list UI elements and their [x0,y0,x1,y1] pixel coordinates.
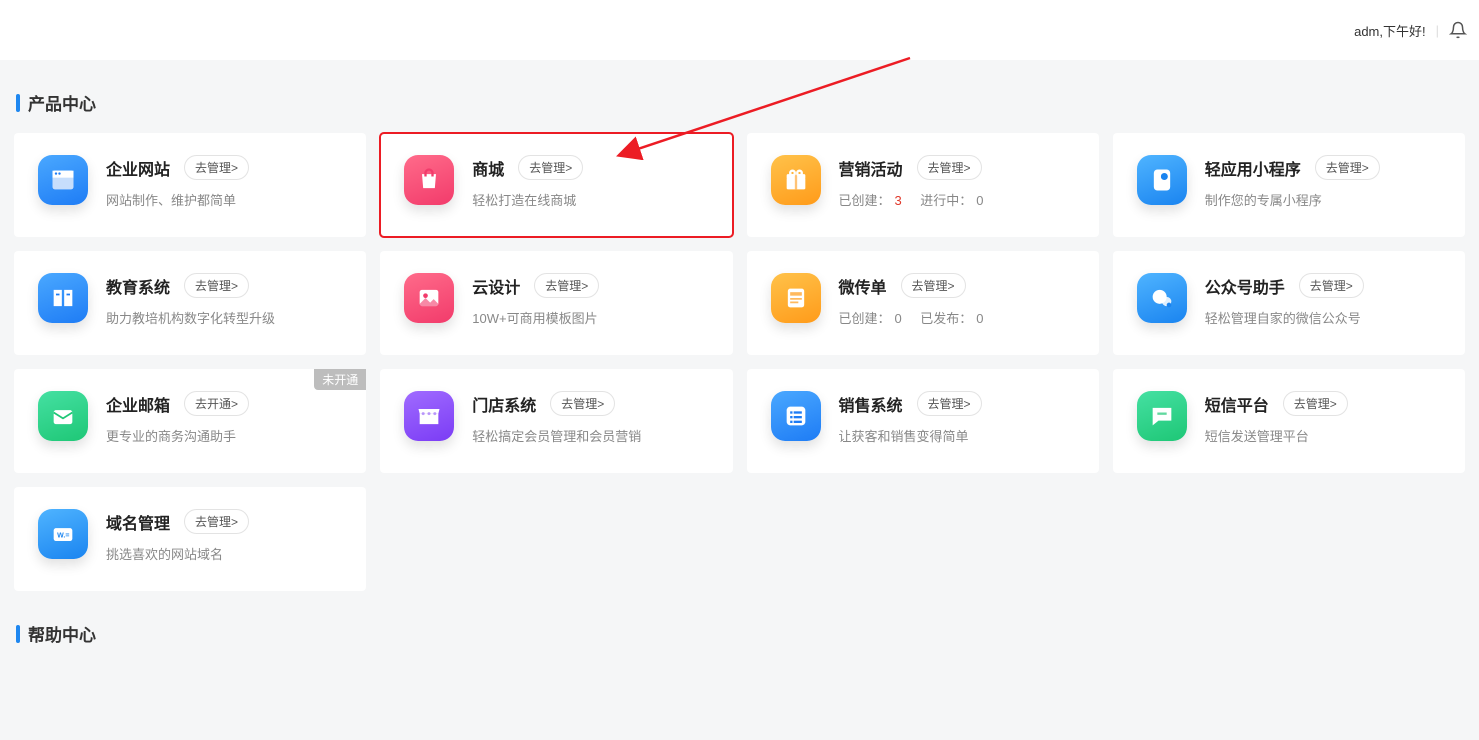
stat-value: 3 [895,193,902,208]
product-card: 销售系统 去管理> 让获客和销售变得简单 [747,369,1099,473]
stat-value: 0 [976,193,983,208]
bell-icon[interactable] [1449,21,1467,39]
product-card: 教育系统 去管理> 助力教培机构数字化转型升级 [14,251,366,355]
section-title-products: 产品中心 [16,90,1471,115]
card-title: 企业网站 [106,156,170,180]
product-card: 云设计 去管理> 10W+可商用模板图片 [380,251,732,355]
card-title: 短信平台 [1205,392,1269,416]
shop-icon [404,155,454,205]
product-card: W.= 域名管理 去管理> 挑选喜欢的网站域名 [14,487,366,591]
card-title: 教育系统 [106,274,170,298]
product-card: 短信平台 去管理> 短信发送管理平台 [1113,369,1465,473]
product-card: 未开通 企业邮箱 去开通> 更专业的商务沟通助手 [14,369,366,473]
card-desc: 更专业的商务沟通助手 [106,426,342,445]
section-title-help: 帮助中心 [16,621,1471,646]
wechat-icon [1137,273,1187,323]
manage-button[interactable]: 去管理> [1299,273,1364,298]
product-card: 轻应用小程序 去管理> 制作您的专属小程序 [1113,133,1465,237]
card-stats: 已创建： 0 已发布： 0 [839,308,1075,327]
product-card: 公众号助手 去管理> 轻松管理自家的微信公众号 [1113,251,1465,355]
card-title: 门店系统 [472,392,536,416]
card-title: 企业邮箱 [106,392,170,416]
manage-button[interactable]: 去管理> [184,155,249,180]
card-desc: 短信发送管理平台 [1205,426,1441,445]
website-icon [38,155,88,205]
greeting-text: adm,下午好! [1354,21,1426,40]
flyer-icon [771,273,821,323]
manage-button[interactable]: 去管理> [901,273,966,298]
separator: | [1436,23,1439,38]
manage-button[interactable]: 去管理> [184,509,249,534]
manage-button[interactable]: 去管理> [917,155,982,180]
card-desc: 轻松管理自家的微信公众号 [1205,308,1441,327]
svg-text:W.=: W.= [57,533,69,540]
section-title-label: 产品中心 [28,90,96,115]
stat-label: 进行中： [920,193,972,208]
card-stats: 已创建： 3 进行中： 0 [839,190,1075,209]
manage-button[interactable]: 去管理> [518,155,583,180]
gift-icon [771,155,821,205]
card-title: 轻应用小程序 [1205,156,1301,180]
card-title: 域名管理 [106,510,170,534]
stat-value: 0 [976,311,983,326]
manage-button[interactable]: 去管理> [1283,391,1348,416]
section-title-label: 帮助中心 [28,621,96,646]
card-desc: 助力教培机构数字化转型升级 [106,308,342,327]
manage-button[interactable]: 去开通> [184,391,249,416]
book-icon [38,273,88,323]
card-desc: 制作您的专属小程序 [1205,190,1441,209]
card-desc: 10W+可商用模板图片 [472,308,708,327]
product-card: 商城 去管理> 轻松打造在线商城 [380,133,732,237]
product-card: 企业网站 去管理> 网站制作、维护都简单 [14,133,366,237]
card-title: 公众号助手 [1205,274,1285,298]
card-title: 营销活动 [839,156,903,180]
stat-label: 已创建： [839,311,891,326]
manage-button[interactable]: 去管理> [917,391,982,416]
manage-button[interactable]: 去管理> [184,273,249,298]
manage-button[interactable]: 去管理> [550,391,615,416]
manage-button[interactable]: 去管理> [534,273,599,298]
image-icon [404,273,454,323]
domain-icon: W.= [38,509,88,559]
stat-value: 0 [895,311,902,326]
product-card: 门店系统 去管理> 轻松搞定会员管理和会员营销 [380,369,732,473]
manage-button[interactable]: 去管理> [1315,155,1380,180]
product-card: 微传单 去管理> 已创建： 0 已发布： 0 [747,251,1099,355]
card-desc: 网站制作、维护都简单 [106,190,342,209]
status-badge: 未开通 [314,369,366,390]
stat-label: 已创建： [839,193,891,208]
list-icon [771,391,821,441]
top-bar: adm,下午好! | [0,0,1479,60]
card-title: 销售系统 [839,392,903,416]
card-desc: 挑选喜欢的网站域名 [106,544,342,563]
store-icon [404,391,454,441]
product-card: 营销活动 去管理> 已创建： 3 进行中： 0 [747,133,1099,237]
card-title: 微传单 [839,274,887,298]
card-title: 商城 [472,156,504,180]
stat-label: 已发布： [920,311,972,326]
card-desc: 轻松打造在线商城 [472,190,708,209]
card-title: 云设计 [472,274,520,298]
mail-icon [38,391,88,441]
product-grid: 企业网站 去管理> 网站制作、维护都简单 商城 去管理> 轻松打造在线商城 营销… [8,133,1471,591]
card-desc: 让获客和销售变得简单 [839,426,1075,445]
sms-icon [1137,391,1187,441]
card-desc: 轻松搞定会员管理和会员营销 [472,426,708,445]
miniapp-icon [1137,155,1187,205]
